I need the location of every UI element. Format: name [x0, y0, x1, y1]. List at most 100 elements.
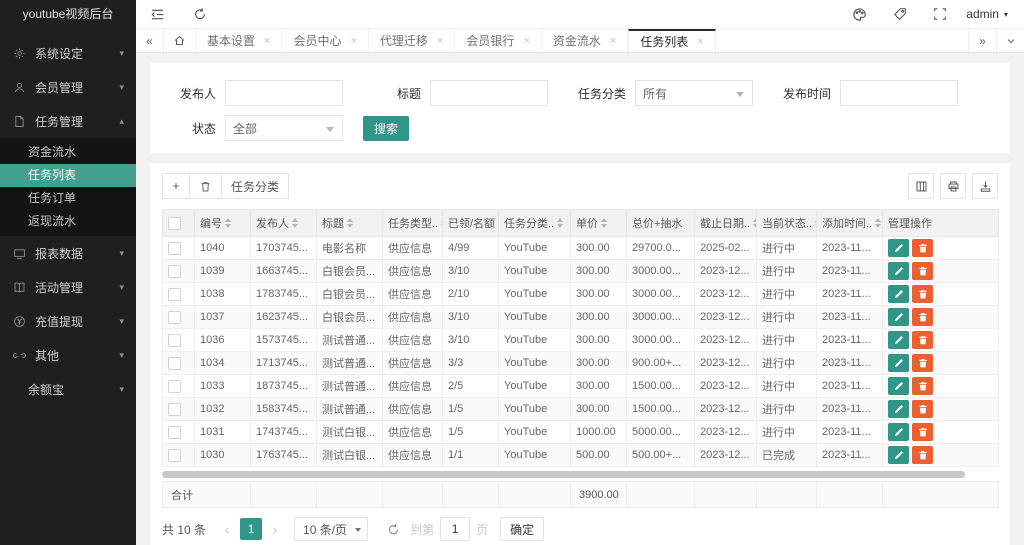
fullscreen-icon[interactable] [920, 0, 960, 28]
close-icon[interactable]: × [523, 35, 529, 47]
export-icon[interactable] [972, 173, 998, 199]
row-checkbox[interactable] [168, 310, 181, 324]
sort-icon[interactable] [347, 218, 353, 228]
sidebar-item-task-list[interactable]: 任务列表 [0, 164, 136, 187]
next-page-icon[interactable]: › [264, 518, 286, 540]
edit-button[interactable] [888, 308, 909, 326]
trash-icon-button[interactable] [912, 239, 933, 257]
category-select[interactable]: 所有 [635, 80, 753, 106]
trash-icon-button[interactable] [912, 377, 933, 395]
sidebar-item-recharge-withdraw[interactable]: 充值提现 ▾ [0, 304, 136, 338]
cell-category: YouTube [498, 397, 571, 421]
edit-button[interactable] [888, 262, 909, 280]
edit-button[interactable] [888, 331, 909, 349]
row-checkbox[interactable] [168, 448, 181, 462]
publish-time-input[interactable] [840, 80, 958, 106]
title-input[interactable] [430, 80, 548, 106]
sidebar-item-activity-management[interactable]: 活动管理 ▾ [0, 270, 136, 304]
close-icon[interactable]: × [610, 35, 616, 47]
close-icon[interactable]: × [264, 35, 270, 47]
tab-task-list[interactable]: 任务列表 × [628, 29, 716, 52]
home-tab[interactable] [164, 29, 196, 52]
sidebar-item-system-settings[interactable]: 系统设定 ▾ [0, 36, 136, 70]
sort-icon[interactable] [292, 218, 298, 228]
tag-icon[interactable] [880, 0, 920, 28]
sort-icon[interactable] [875, 218, 882, 228]
close-icon[interactable]: × [697, 36, 703, 48]
sidebar-item-funds-flow[interactable]: 资金流水 [0, 141, 136, 164]
page-size-select[interactable]: 10 条/页 [294, 517, 369, 541]
edit-button[interactable] [888, 423, 909, 441]
row-checkbox[interactable] [168, 333, 181, 347]
user-menu[interactable]: admin ▾ [960, 7, 1024, 21]
edit-button[interactable] [888, 400, 909, 418]
sidebar-item-yuebao[interactable]: 余额宝 ▾ [0, 372, 136, 406]
filter-columns-icon[interactable] [908, 173, 934, 199]
trash-icon-button[interactable] [912, 423, 933, 441]
sort-icon[interactable] [601, 218, 607, 228]
sidebar-item-member-management[interactable]: 会员管理 ▾ [0, 70, 136, 104]
row-select-cell [162, 259, 195, 283]
row-checkbox[interactable] [168, 379, 181, 393]
trash-icon-button[interactable] [912, 354, 933, 372]
task-category-button[interactable]: 任务分类 [221, 173, 290, 199]
yuan-coin-icon [12, 314, 26, 328]
tab-member-center[interactable]: 会员中心 × [282, 29, 369, 52]
edit-button[interactable] [888, 354, 909, 372]
tab-basic-settings[interactable]: 基本设置 × [196, 29, 283, 52]
trash-icon-button[interactable] [912, 446, 933, 464]
goto-page-input[interactable] [440, 517, 471, 541]
cell-task-type: 供应信息 [382, 282, 443, 306]
collapse-sidebar-icon[interactable] [136, 0, 179, 28]
horizontal-scrollbar[interactable] [162, 471, 965, 478]
table-row: 1038 1783745... 白银会员... 供应信息 2/10 YouTub… [162, 282, 999, 306]
select-all-checkbox[interactable] [168, 216, 181, 230]
edit-button[interactable] [888, 446, 909, 464]
trash-icon-button[interactable] [912, 262, 933, 280]
edit-button[interactable] [888, 377, 909, 395]
tabs-scroll-right-icon[interactable]: » [968, 29, 996, 52]
theme-palette-icon[interactable] [839, 0, 880, 28]
sidebar-item-task-management[interactable]: 任务管理 ▴ [0, 104, 136, 138]
refresh-icon[interactable] [179, 0, 221, 28]
tab-member-bank[interactable]: 会员银行 × [455, 29, 542, 52]
sort-icon[interactable] [225, 218, 231, 228]
sidebar-item-report-data[interactable]: 报表数据 ▾ [0, 236, 136, 270]
row-checkbox[interactable] [168, 425, 181, 439]
status-select[interactable]: 全部 [225, 115, 343, 141]
current-page[interactable]: 1 [240, 518, 263, 540]
sort-icon[interactable] [753, 218, 756, 228]
trash-icon-button[interactable] [912, 285, 933, 303]
sort-icon[interactable] [557, 218, 564, 228]
cell-publisher: 1663745... [250, 259, 317, 283]
row-checkbox[interactable] [168, 241, 181, 255]
search-button[interactable]: 搜索 [363, 115, 410, 141]
cell-total-price: 500.00+... [626, 443, 695, 467]
prev-page-icon[interactable]: ‹ [216, 518, 238, 540]
trash-icon-button[interactable] [912, 308, 933, 326]
tabs-menu-icon[interactable] [996, 29, 1024, 52]
edit-button[interactable] [888, 285, 909, 303]
row-checkbox[interactable] [168, 402, 181, 416]
row-checkbox[interactable] [168, 287, 181, 301]
delete-button[interactable] [189, 173, 222, 199]
add-button[interactable]: + [162, 173, 190, 199]
tab-funds-flow[interactable]: 资金流水 × [542, 29, 629, 52]
edit-button[interactable] [888, 239, 909, 257]
row-checkbox[interactable] [168, 264, 181, 278]
row-checkbox[interactable] [168, 356, 181, 370]
close-icon[interactable]: × [437, 35, 443, 47]
close-icon[interactable]: × [350, 35, 356, 47]
print-icon[interactable] [940, 173, 966, 199]
trash-icon-button[interactable] [912, 400, 933, 418]
publisher-input[interactable] [225, 80, 343, 106]
sidebar-item-other[interactable]: 其他 ▾ [0, 338, 136, 372]
cell-title: 测试白银... [316, 420, 383, 444]
confirm-button[interactable]: 确定 [500, 517, 545, 541]
trash-icon-button[interactable] [912, 331, 933, 349]
refresh-table-icon[interactable] [382, 518, 404, 540]
tab-agent-migration[interactable]: 代理迁移 × [369, 29, 456, 52]
sidebar-item-task-orders[interactable]: 任务订单 [0, 187, 136, 210]
tabs-scroll-left-icon[interactable]: « [136, 29, 164, 52]
sidebar-item-cashback-flow[interactable]: 返现流水 [0, 210, 136, 233]
